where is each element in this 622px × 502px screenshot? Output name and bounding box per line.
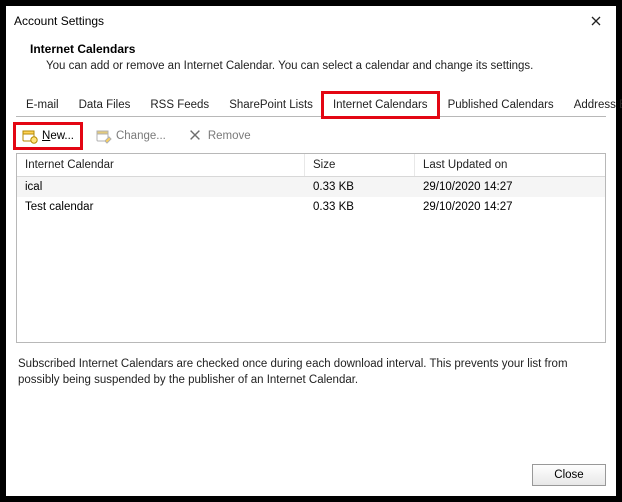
tab-label: Data Files <box>79 99 131 111</box>
cell-size: 0.33 KB <box>305 197 415 217</box>
new-button-label: New... <box>42 130 74 142</box>
table-row[interactable]: ical 0.33 KB 29/10/2020 14:27 <box>17 177 605 197</box>
change-icon <box>96 128 112 144</box>
titlebar: Account Settings <box>6 6 616 34</box>
dialog-header: Internet Calendars You can add or remove… <box>6 34 616 86</box>
col-size[interactable]: Size <box>305 154 415 176</box>
tab-email[interactable]: E-mail <box>16 93 69 117</box>
list-header: Internet Calendar Size Last Updated on <box>17 154 605 177</box>
cell-name: ical <box>17 177 305 197</box>
tab-published-calendars[interactable]: Published Calendars <box>438 93 564 117</box>
tab-rss-feeds[interactable]: RSS Feeds <box>140 93 219 117</box>
cell-size: 0.33 KB <box>305 177 415 197</box>
remove-icon <box>188 128 204 144</box>
close-button-label: Close <box>554 469 583 481</box>
toolbar: New... Change... Remove <box>16 125 606 147</box>
change-button-label: Change... <box>116 130 166 142</box>
tabstrip: E-mail Data Files RSS Feeds SharePoint L… <box>16 92 606 117</box>
col-updated[interactable]: Last Updated on <box>415 154 605 176</box>
dialog-subtitle: You can add or remove an Internet Calend… <box>30 60 598 72</box>
dialog-footer: Close <box>6 456 616 496</box>
window-title: Account Settings <box>14 14 584 28</box>
cell-name: Test calendar <box>17 197 305 217</box>
dialog-title: Internet Calendars <box>30 42 598 56</box>
table-row[interactable]: Test calendar 0.33 KB 29/10/2020 14:27 <box>17 197 605 217</box>
tab-sharepoint-lists[interactable]: SharePoint Lists <box>219 93 323 117</box>
tab-label: Address Books <box>574 99 622 111</box>
remove-button[interactable]: Remove <box>182 125 257 147</box>
account-settings-window: Account Settings Internet Calendars You … <box>5 5 617 497</box>
close-icon[interactable] <box>584 12 608 30</box>
new-calendar-icon <box>22 128 38 144</box>
remove-button-label: Remove <box>208 130 251 142</box>
tab-address-books[interactable]: Address Books <box>564 93 622 117</box>
tab-internet-calendars[interactable]: Internet Calendars <box>323 93 438 117</box>
tab-label: E-mail <box>26 99 59 111</box>
cell-updated: 29/10/2020 14:27 <box>415 177 605 197</box>
new-button[interactable]: New... <box>16 125 80 147</box>
cell-updated: 29/10/2020 14:27 <box>415 197 605 217</box>
info-text: Subscribed Internet Calendars are checke… <box>18 357 604 388</box>
change-button[interactable]: Change... <box>90 125 172 147</box>
col-name[interactable]: Internet Calendar <box>17 154 305 176</box>
tab-label: RSS Feeds <box>150 99 209 111</box>
tab-label: SharePoint Lists <box>229 99 313 111</box>
tab-label: Internet Calendars <box>333 99 428 111</box>
tab-label: Published Calendars <box>448 99 554 111</box>
calendar-list: Internet Calendar Size Last Updated on i… <box>16 153 606 343</box>
close-button[interactable]: Close <box>532 464 606 486</box>
tab-data-files[interactable]: Data Files <box>69 93 141 117</box>
